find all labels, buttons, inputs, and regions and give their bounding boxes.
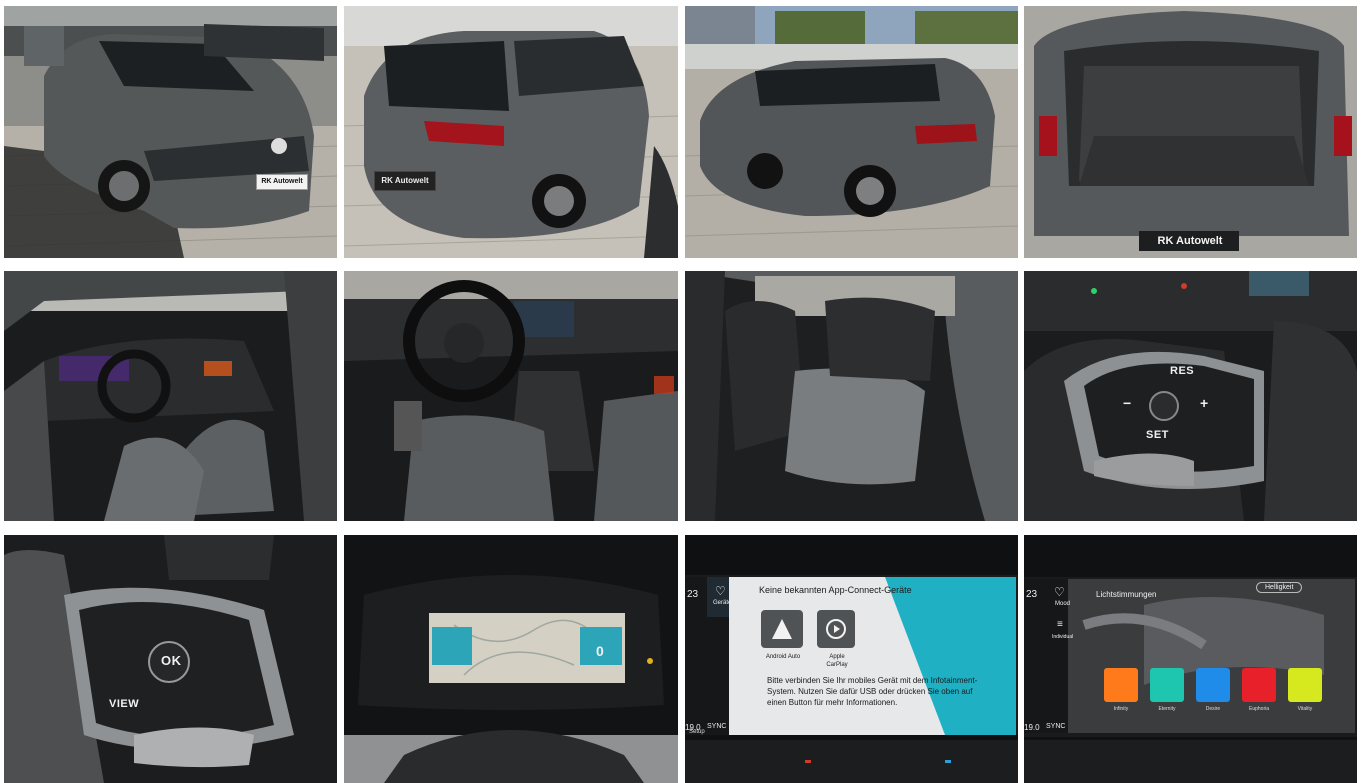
ambient-temp: 19.0	[1024, 723, 1040, 732]
infotainment-ambient-light-image	[1024, 535, 1357, 783]
trunk-open-image	[1024, 6, 1357, 258]
app-connect-title: Keine bekannten App-Connect-Geräte	[759, 585, 912, 595]
set-button[interactable]: SET	[1146, 429, 1169, 441]
brightness-button[interactable]: Helligkeit	[1256, 582, 1303, 593]
photo-trunk-open[interactable]: RK Autowelt	[1024, 6, 1357, 258]
app-connect-side-number: 23	[687, 589, 699, 600]
exterior-rear-image	[344, 6, 678, 258]
photo-interior-rear-seats[interactable]	[685, 271, 1018, 521]
android-auto-button[interactable]: Android Auto	[765, 653, 801, 661]
steering-wheel-right-image	[1024, 271, 1357, 521]
mood-swatches: Infinity Eternity Desire Euphoria Vitali…	[1104, 668, 1324, 718]
exterior-front-image	[4, 6, 337, 258]
ambient-title: Lichtstimmungen	[1096, 590, 1157, 599]
interior-rear-seats-image	[685, 271, 1018, 521]
cockpit-speed-readout: 0	[596, 643, 605, 659]
photo-steering-wheel-right-controls[interactable]: RES SET − +	[1024, 271, 1357, 521]
photo-steering-wheel-left-controls[interactable]: OK VIEW	[4, 535, 337, 783]
heart-icon[interactable]: ♡	[715, 584, 726, 598]
license-plate-rear: RK Autowelt	[374, 171, 436, 191]
ambient-slider-label: Individual	[1052, 634, 1074, 640]
exterior-side-rear-image	[685, 6, 1018, 258]
app-connect-temp: 19.0	[685, 723, 701, 732]
interior-dashboard-image	[344, 271, 678, 521]
mood-swatch-eternity[interactable]	[1150, 668, 1184, 702]
mood-swatch-vitality[interactable]	[1288, 668, 1322, 702]
mood-label: Vitality	[1297, 706, 1313, 712]
mood-label: Desire	[1205, 706, 1221, 712]
apple-carplay-button[interactable]: Apple CarPlay	[819, 653, 855, 669]
photo-infotainment-app-connect[interactable]: 23 ♡ Geräte Keine bekannten App-Connect-…	[685, 535, 1018, 783]
mood-swatch-euphoria[interactable]	[1242, 668, 1276, 702]
mood-swatch-infinity[interactable]	[1104, 668, 1138, 702]
digital-cockpit-image	[344, 535, 678, 783]
ok-button[interactable]: OK	[161, 653, 182, 668]
app-connect-body-text: Bitte verbinden Sie Ihr mobiles Gerät mi…	[767, 676, 978, 707]
photo-digital-cockpit[interactable]: 0	[344, 535, 678, 783]
mood-label: Infinity	[1113, 706, 1129, 712]
ambient-sync[interactable]: SYNC	[1046, 723, 1065, 730]
license-plate-trunk: RK Autowelt	[1142, 231, 1238, 251]
minus-button[interactable]: −	[1123, 395, 1132, 411]
mood-label: Eternity	[1158, 706, 1176, 712]
photo-gallery-grid: RK Autowelt RK Autowelt RK Autowelt RES …	[0, 0, 1365, 783]
res-button[interactable]: RES	[1170, 365, 1194, 377]
mood-heart-icon[interactable]: ♡	[1054, 585, 1065, 599]
photo-interior-dashboard[interactable]	[344, 271, 678, 521]
photo-exterior-rear[interactable]: RK Autowelt	[344, 6, 678, 258]
view-button[interactable]: VIEW	[109, 698, 139, 710]
photo-exterior-side-rear[interactable]	[685, 6, 1018, 258]
license-plate-front: RK Autowelt	[256, 174, 308, 190]
mood-label: Euphoria	[1248, 706, 1269, 712]
ambient-heart-label: Mood	[1055, 601, 1071, 607]
ambient-side-number: 23	[1026, 589, 1038, 600]
app-connect-sync[interactable]: SYNC	[707, 723, 726, 730]
mood-swatch-desire[interactable]	[1196, 668, 1230, 702]
plus-button[interactable]: +	[1200, 395, 1209, 411]
interior-driver-door-image	[4, 271, 337, 521]
app-connect-heart-label: Geräte	[713, 600, 732, 606]
photo-interior-driver-door[interactable]	[4, 271, 337, 521]
photo-exterior-front[interactable]: RK Autowelt	[4, 6, 337, 258]
sliders-icon[interactable]: ≡	[1057, 619, 1063, 630]
photo-infotainment-ambient-light[interactable]: 23 ♡ Mood ≡ Individual Lichtstimmungen H…	[1024, 535, 1357, 783]
